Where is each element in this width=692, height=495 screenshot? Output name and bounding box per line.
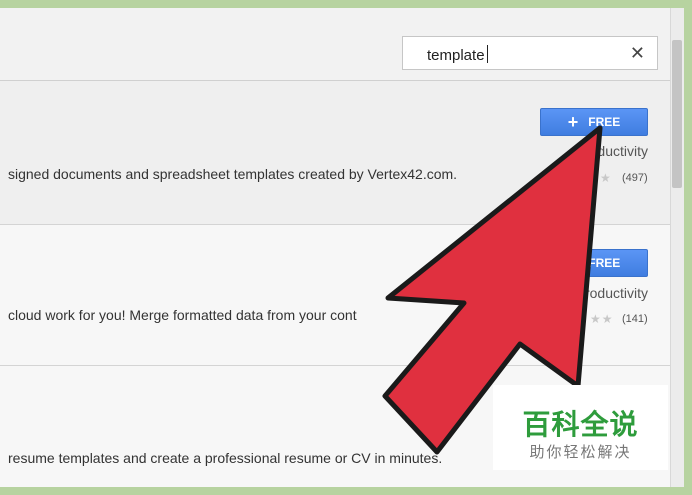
watermark-subtitle: 助你轻松解决 <box>529 443 632 461</box>
watermark: 百科全说 助你轻松解决 <box>493 385 668 470</box>
watermark-title: 百科全说 <box>522 408 639 441</box>
